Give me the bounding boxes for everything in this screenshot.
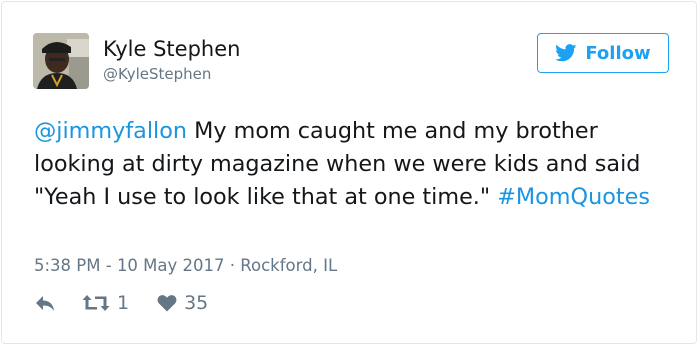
tweet-time[interactable]: 5:38 PM bbox=[34, 256, 100, 275]
tweet-text: @jimmyfallon My mom caught me and my bro… bbox=[34, 115, 674, 214]
user-handle[interactable]: @KyleStephen bbox=[103, 65, 211, 83]
tweet-date[interactable]: 10 May 2017 bbox=[117, 256, 225, 275]
hashtag-link[interactable]: #MomQuotes bbox=[497, 184, 650, 210]
avatar-image bbox=[33, 33, 89, 89]
retweet-count: 1 bbox=[117, 292, 130, 314]
like-count: 35 bbox=[184, 292, 209, 314]
reply-button[interactable] bbox=[34, 294, 56, 312]
mention-link[interactable]: @jimmyfallon bbox=[34, 118, 187, 144]
twitter-bird-icon bbox=[555, 44, 577, 62]
retweet-button[interactable]: 1 bbox=[82, 292, 129, 314]
retweet-icon bbox=[82, 295, 110, 311]
tweet-card: Kyle Stephen @KyleStephen Follow @jimmyf… bbox=[1, 1, 697, 344]
reply-icon bbox=[36, 296, 54, 311]
heart-icon bbox=[157, 295, 177, 312]
meta-dot: · bbox=[224, 256, 241, 275]
meta-separator: - bbox=[100, 256, 117, 275]
follow-button-label: Follow bbox=[585, 42, 651, 64]
action-bar: 1 35 bbox=[34, 292, 208, 314]
tweet-meta: 5:38 PM - 10 May 2017 · Rockford, IL bbox=[34, 255, 337, 277]
avatar[interactable] bbox=[33, 33, 89, 89]
like-button[interactable]: 35 bbox=[157, 292, 208, 314]
tweet-location[interactable]: Rockford, IL bbox=[240, 256, 337, 275]
user-name[interactable]: Kyle Stephen bbox=[103, 36, 240, 62]
follow-button[interactable]: Follow bbox=[537, 33, 669, 73]
